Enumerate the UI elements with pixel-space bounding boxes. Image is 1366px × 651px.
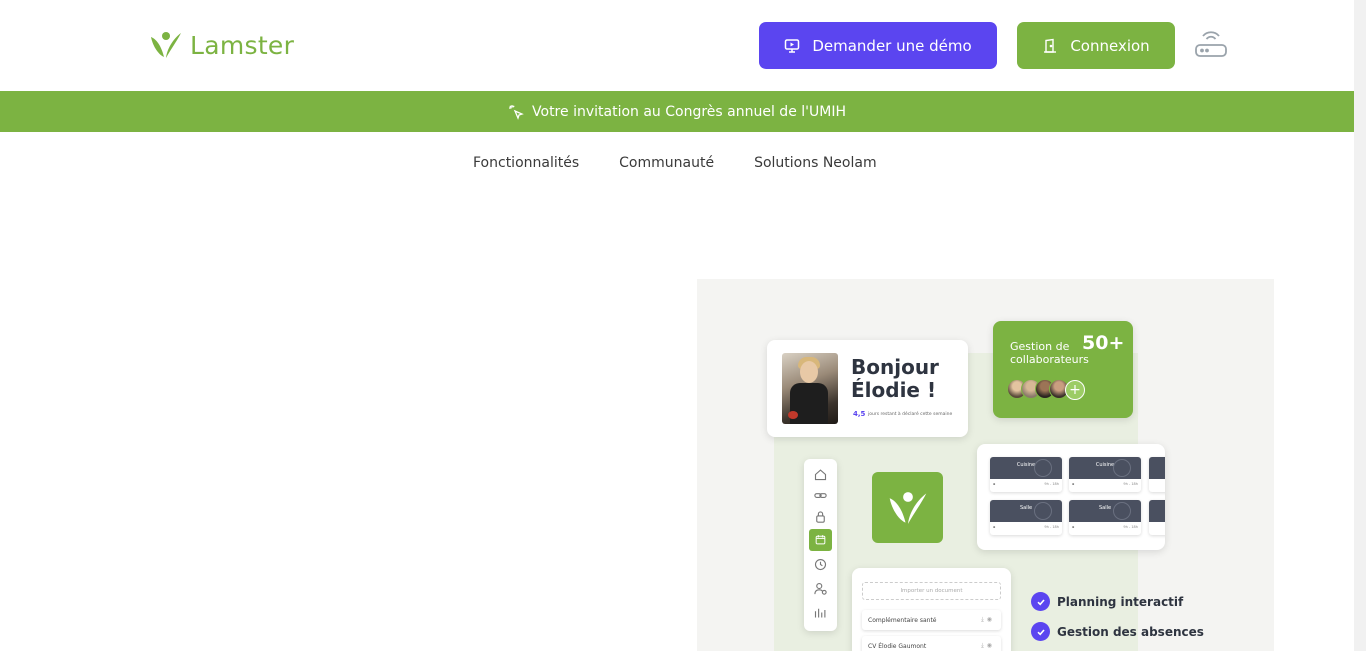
avatar-group xyxy=(1007,379,1069,399)
stats-icon xyxy=(814,608,826,618)
router-icon[interactable] xyxy=(1193,25,1229,61)
hero-illustration: Bonjour Élodie ! 4,5 jours restant à déc… xyxy=(697,279,1274,651)
main-nav: Fonctionnalités Communauté Solutions Neo… xyxy=(473,155,877,171)
calendar-icon xyxy=(815,535,826,545)
document-row: CV Élodie Gaumont ⤓◉ xyxy=(862,636,1001,651)
greeting-title: Bonjour Élodie ! xyxy=(851,355,939,402)
planning-card: Cuisine ▪ 9h - 18h Cuisine ▪ 9h - 18h Sall… xyxy=(977,444,1165,550)
site-header: Lamster Demander une démo Connexion xyxy=(0,0,1354,91)
request-demo-label: Demander une démo xyxy=(812,36,972,55)
collaborators-count: 50+ xyxy=(1082,332,1125,354)
app-logo-tile xyxy=(872,472,943,543)
documents-card: Importer un document Complémentaire sant… xyxy=(852,568,1011,651)
lamster-logo-icon xyxy=(151,32,181,58)
planning-tile: Cuisine ▪ 9h - 18h xyxy=(1069,457,1141,492)
days-remaining-text: jours restant à déclaré cette semaine xyxy=(868,412,953,417)
add-collaborator-icon: + xyxy=(1065,380,1085,400)
planning-tile-sub: 9h - 18h xyxy=(1123,482,1138,486)
planning-tile xyxy=(1149,500,1165,535)
download-view-icons: ⤓◉ xyxy=(981,642,995,649)
download-view-icons: ⤓◉ xyxy=(981,616,995,623)
planning-tile-sub: 9h - 18h xyxy=(1123,525,1138,529)
nav-item-community[interactable]: Communauté xyxy=(619,155,714,171)
feature-label: Planning interactif xyxy=(1057,594,1184,609)
login-button[interactable]: Connexion xyxy=(1017,22,1175,69)
calendar-active-item xyxy=(809,529,832,551)
planning-tile-title: Salle xyxy=(1019,505,1033,511)
planning-tile-title: Cuisine xyxy=(1016,462,1036,468)
banner-text: Votre invitation au Congrès annuel de l'… xyxy=(532,103,846,120)
brand-name: Lamster xyxy=(190,30,295,60)
planning-tile: Salle ▪ 9h - 18h xyxy=(990,500,1062,535)
feature-label: Gestion des absences xyxy=(1057,624,1204,639)
monitor-play-icon xyxy=(785,38,800,53)
days-remaining-value: 4,5 xyxy=(853,410,866,418)
home-icon xyxy=(814,469,827,481)
document-row: Complémentaire santé ⤓◉ xyxy=(862,610,1001,630)
planning-tile: Cuisine ▪ 9h - 18h xyxy=(990,457,1062,492)
document-name: CV Élodie Gaumont xyxy=(868,642,927,650)
planning-tile xyxy=(1149,457,1165,492)
request-demo-button[interactable]: Demander une démo xyxy=(759,22,997,69)
link-icon xyxy=(814,493,827,498)
greeting-card: Bonjour Élodie ! 4,5 jours restant à déc… xyxy=(767,340,968,437)
lock-icon xyxy=(816,511,825,523)
sparkle-pointer-icon xyxy=(509,104,524,120)
nav-item-features[interactable]: Fonctionnalités xyxy=(473,155,579,171)
door-icon xyxy=(1044,38,1057,53)
employee-photo xyxy=(782,353,838,424)
lamster-logo-icon xyxy=(889,491,926,524)
planning-tile-sub: 9h - 18h xyxy=(1044,525,1059,529)
planning-tile-title: Salle xyxy=(1098,505,1112,511)
clock-icon xyxy=(814,558,827,571)
collaborators-label: Gestion de collaborateurs xyxy=(1010,340,1089,366)
brand-logo[interactable]: Lamster xyxy=(148,29,294,61)
planning-tile-title: Cuisine xyxy=(1095,462,1115,468)
nav-item-neolam-solutions[interactable]: Solutions Neolam xyxy=(754,155,877,171)
import-document-dropzone: Importer un document xyxy=(862,582,1001,600)
user-settings-icon xyxy=(814,582,827,595)
feature-item: Gestion des absences xyxy=(1031,622,1204,641)
planning-tile-sub: 9h - 18h xyxy=(1044,482,1059,486)
check-icon xyxy=(1031,622,1050,641)
check-icon xyxy=(1031,592,1050,611)
announcement-banner[interactable]: Votre invitation au Congrès annuel de l'… xyxy=(0,91,1354,132)
page-scrollbar[interactable] xyxy=(1354,0,1366,651)
planning-tile: Salle ▪ 9h - 18h xyxy=(1069,500,1141,535)
document-name: Complémentaire santé xyxy=(868,616,937,624)
app-sidebar-card xyxy=(804,459,837,631)
collaborators-card: Gestion de collaborateurs 50+ + xyxy=(993,321,1133,418)
feature-item: Planning interactif xyxy=(1031,592,1183,611)
login-label: Connexion xyxy=(1070,36,1150,55)
